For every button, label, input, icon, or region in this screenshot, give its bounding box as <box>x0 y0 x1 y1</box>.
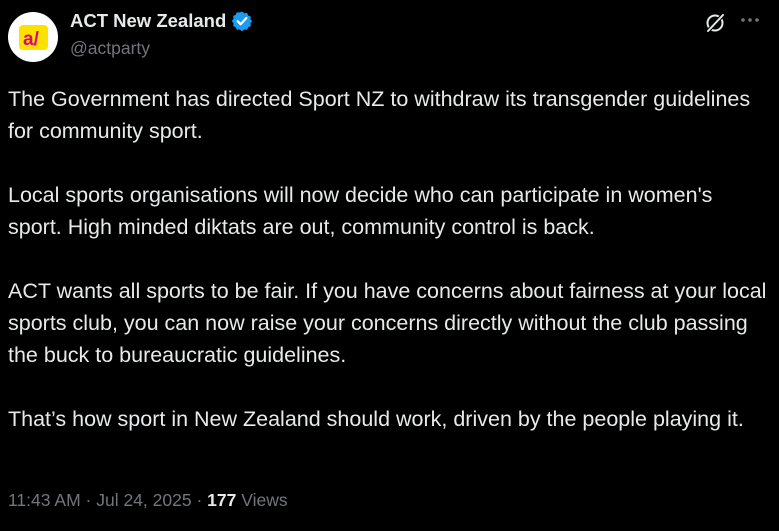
post-time[interactable]: 11:43 AM <box>8 490 81 510</box>
post-paragraph: That’s how sport in New Zealand should w… <box>8 407 744 431</box>
act-logo-icon: a/ <box>19 25 48 50</box>
avatar-text: a/ <box>23 29 40 50</box>
author-name-row: ACT New Zealand <box>70 10 253 32</box>
grok-icon[interactable] <box>704 12 726 34</box>
post-meta: 11:43 AM · Jul 24, 2025 · 177 Views <box>8 490 288 511</box>
verified-badge-icon[interactable] <box>231 10 253 32</box>
avatar[interactable]: a/ <box>8 12 58 62</box>
author-handle[interactable]: @actparty <box>70 38 150 59</box>
post-paragraph: ACT wants all sports to be fair. If you … <box>8 279 767 367</box>
post-date[interactable]: Jul 24, 2025 <box>96 490 191 510</box>
post-paragraph: Local sports organisations will now deci… <box>8 183 713 239</box>
meta-separator: · <box>196 490 203 510</box>
meta-separator: · <box>85 490 92 510</box>
post-paragraph: The Government has directed Sport NZ to … <box>8 87 751 143</box>
more-icon[interactable] <box>738 8 762 32</box>
author-display-name[interactable]: ACT New Zealand <box>70 10 226 32</box>
post-body: The Government has directed Sport NZ to … <box>8 83 768 467</box>
views-count: 177 <box>207 490 237 510</box>
views-label: Views <box>241 490 288 510</box>
